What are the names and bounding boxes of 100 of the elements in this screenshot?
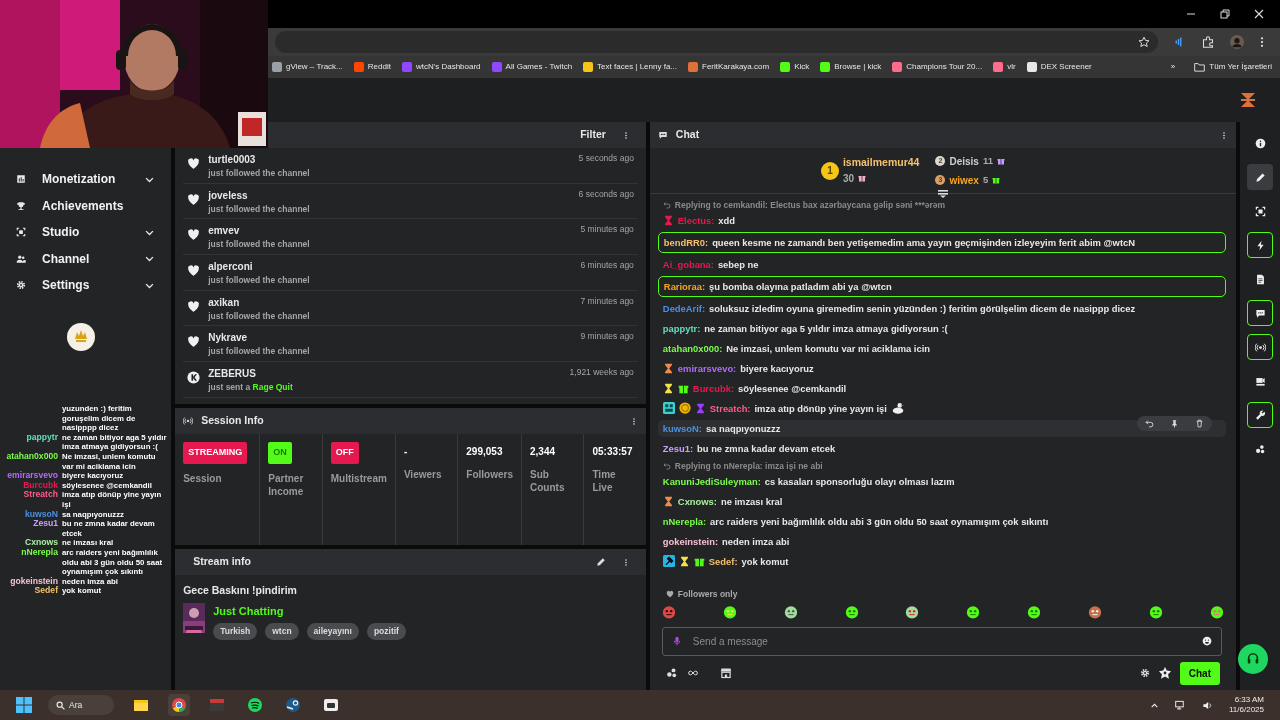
- activity-text: just sent a Rage Quit: [208, 381, 294, 394]
- chat-username[interactable]: pappytr:: [662, 320, 701, 336]
- stat-value: -: [403, 445, 409, 459]
- settings-icon: [16, 280, 26, 291]
- chat-username[interactable]: Cxnows:: [677, 493, 717, 509]
- gift-count: 11: [982, 153, 993, 168]
- sidebar-item[interactable]: Settings: [0, 272, 172, 299]
- collapse-icon[interactable]: [937, 190, 948, 198]
- chat-username[interactable]: kuwsoN:: [662, 420, 702, 436]
- activity-time: 9 minutes ago: [580, 330, 634, 344]
- sparkle-icon[interactable]: [1157, 666, 1172, 680]
- emote-icon[interactable]: [844, 605, 859, 619]
- emote-icon[interactable]: [966, 605, 981, 619]
- bookmark[interactable]: vlr: [993, 61, 1016, 73]
- message-input[interactable]: Send a message: [661, 627, 1222, 656]
- infinity-icon[interactable]: [685, 668, 700, 678]
- sidebar-item[interactable]: Channel: [0, 245, 172, 272]
- follower-name: turtle0003: [208, 153, 257, 167]
- chat-username[interactable]: DedeArif:: [662, 300, 706, 316]
- chat-username: gokeinstein: [10, 575, 58, 586]
- chat-username[interactable]: Zesu1:: [662, 440, 694, 456]
- store-icon[interactable]: [719, 667, 732, 679]
- bookmark[interactable]: Text faces | Lenny fa...: [583, 61, 677, 73]
- top-gifter-name: wiwex: [949, 173, 979, 188]
- chat-username[interactable]: KanuniJediSuleyman:: [662, 473, 761, 489]
- category-link[interactable]: Just Chatting: [213, 602, 406, 620]
- bookmark[interactable]: wtcN's Dashboard: [401, 61, 481, 73]
- all-bookmarks[interactable]: Tüm Yer İşaretleri: [1194, 61, 1272, 73]
- bookmark[interactable]: Reddit: [353, 61, 391, 73]
- chevron-up-icon[interactable]: [1150, 700, 1159, 710]
- overflow-chevron[interactable]: »: [1170, 61, 1176, 73]
- rail-button[interactable]: [1247, 232, 1273, 258]
- bookmark[interactable]: Kick: [780, 61, 810, 73]
- broadcast-icon: [1254, 341, 1266, 353]
- emoji-icon[interactable]: [1202, 636, 1212, 646]
- sidebar-item[interactable]: Monetization: [0, 166, 172, 193]
- rail-button[interactable]: [1247, 164, 1273, 190]
- trophy-icon: [16, 200, 26, 211]
- mic-icon[interactable]: [671, 635, 682, 647]
- rail-button[interactable]: [1247, 334, 1273, 360]
- emote-icon[interactable]: [1149, 605, 1163, 619]
- bookmark[interactable]: Champions Tour 20...: [892, 61, 983, 73]
- menu-icon[interactable]: [1260, 36, 1264, 48]
- emote-icon[interactable]: [1088, 605, 1103, 619]
- tag[interactable]: aileyayını: [306, 623, 359, 640]
- settings-icon[interactable]: [1139, 668, 1150, 678]
- pin-icon[interactable]: [1170, 418, 1179, 428]
- emote-icon[interactable]: [1027, 605, 1042, 619]
- close-icon[interactable]: [1254, 9, 1264, 19]
- chat-username: Cxnows: [25, 537, 58, 548]
- restore-icon[interactable]: [1220, 9, 1230, 19]
- emote-icon[interactable]: [1209, 605, 1224, 619]
- channel-avatar[interactable]: [66, 322, 95, 351]
- tag[interactable]: pozitif: [366, 623, 406, 640]
- chat-username[interactable]: Sedef:: [708, 553, 738, 569]
- search-icon: [56, 700, 65, 710]
- chat-username: kuwsoN: [25, 508, 58, 519]
- chat-username[interactable]: atahan0x000:: [662, 340, 723, 356]
- stat-label: Partner Income: [268, 471, 305, 498]
- bookmark[interactable]: DEX Screener: [1026, 61, 1092, 73]
- network-icon[interactable]: [1175, 699, 1186, 711]
- search-box[interactable]: Ara: [48, 695, 114, 715]
- chat-username[interactable]: bendRR0:: [663, 234, 709, 250]
- chat-username[interactable]: Streatch:: [709, 400, 751, 416]
- more-icon[interactable]: [1220, 129, 1228, 141]
- bookmark[interactable]: FeritKarakaya.com: [688, 61, 770, 73]
- rail-button[interactable]: [1247, 402, 1273, 428]
- chat-username[interactable]: emirarsvevo:: [677, 360, 737, 376]
- message-row[interactable]: kuwsoN: sa naqpıyonuzzz: [657, 419, 1226, 437]
- send-button[interactable]: Chat: [1179, 661, 1220, 685]
- chat-username[interactable]: nNerepla:: [662, 513, 707, 529]
- puzzle-icon[interactable]: [1202, 36, 1214, 48]
- edit-icon[interactable]: [595, 557, 606, 567]
- chat-username[interactable]: Rarioraa:: [663, 278, 706, 294]
- tag[interactable]: wtcn: [265, 623, 299, 640]
- edit-icon: [1254, 171, 1266, 183]
- rail-button[interactable]: [1247, 300, 1273, 326]
- bookmark[interactable]: Browse | kick: [820, 61, 882, 73]
- stat-label: Sub Counts: [530, 468, 566, 494]
- sidebar-item[interactable]: Studio: [0, 219, 172, 246]
- emote-icon[interactable]: [783, 605, 798, 619]
- taskbar-app[interactable]: [168, 694, 190, 716]
- activity-time: 1,921 weeks ago: [569, 366, 634, 379]
- logo-icon[interactable]: [1240, 92, 1256, 108]
- status-badge: OFF: [330, 442, 359, 464]
- dots-icon[interactable]: [665, 667, 678, 679]
- support-button[interactable]: [1238, 644, 1268, 674]
- activity-time: 5 minutes ago: [580, 223, 634, 237]
- sidebar-item[interactable]: Achievements: [0, 192, 172, 219]
- bookmark[interactable]: All Games - Twitch: [491, 61, 573, 73]
- emote-icon[interactable]: [722, 605, 737, 619]
- filter-button[interactable]: Filter: [580, 127, 606, 143]
- emote-icon[interactable]: [905, 605, 920, 619]
- reply-icon[interactable]: [1145, 418, 1154, 428]
- profile-avatar[interactable]: [1230, 35, 1244, 49]
- bookmark[interactable]: gView – Track...: [272, 61, 343, 73]
- star-icon[interactable]: [1138, 36, 1150, 48]
- delete-icon[interactable]: [1195, 418, 1204, 428]
- chat-username[interactable]: gokeinstein:: [662, 533, 719, 549]
- tag[interactable]: Turkish: [213, 623, 258, 640]
